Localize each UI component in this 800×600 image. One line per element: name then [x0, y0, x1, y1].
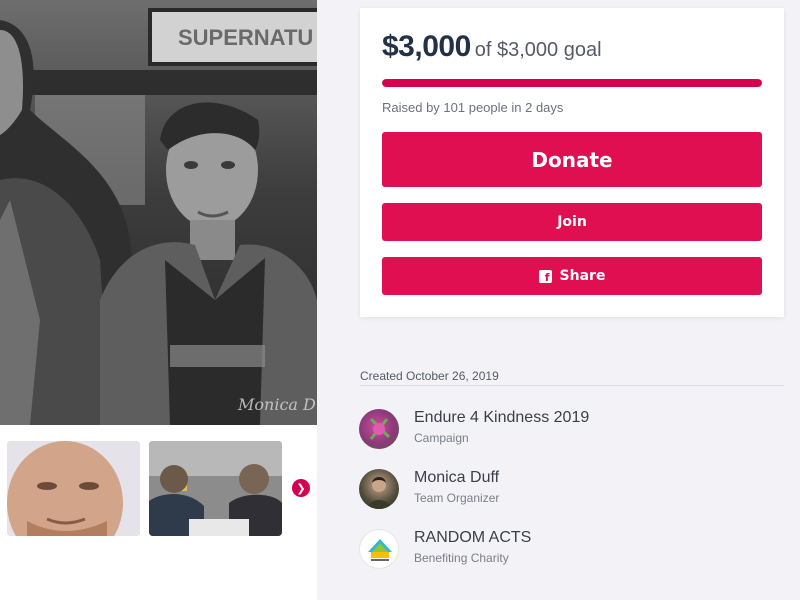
- entity-campaign[interactable]: Endure 4 Kindness 2019 Campaign: [359, 409, 779, 453]
- donate-button-label: Donate: [531, 147, 613, 172]
- entity-charity[interactable]: RANDOM ACTS Benefiting Charity: [359, 529, 779, 573]
- campaign-hero-photo: SUPERNATU Monica D: [0, 0, 317, 425]
- entity-name: Monica Duff: [414, 469, 500, 486]
- join-button[interactable]: Join: [382, 203, 762, 241]
- raised-by-text: Raised by 101 people in 2 days: [382, 100, 564, 115]
- charity-logo: [359, 529, 399, 569]
- hero-sign-text: SUPERNATU: [178, 25, 313, 50]
- donate-button[interactable]: Donate: [382, 132, 762, 187]
- donation-card: $3,000 of $3,000 goal Raised by 101 peopl…: [360, 8, 784, 317]
- amount-line: $3,000 of $3,000 goal: [382, 30, 602, 64]
- facebook-icon: f: [538, 269, 552, 283]
- media-column: SUPERNATU Monica D ❯: [0, 0, 317, 600]
- entity-name: Endure 4 Kindness 2019: [414, 409, 590, 426]
- entity-role: Campaign: [414, 431, 469, 445]
- entity-role: Team Organizer: [414, 491, 500, 505]
- entity-role: Benefiting Charity: [414, 551, 509, 565]
- progress-bar-fill: [382, 79, 762, 87]
- carousel-next-icon[interactable]: ❯: [292, 479, 310, 497]
- divider: [360, 385, 784, 386]
- entity-organizer[interactable]: Monica Duff Team Organizer: [359, 469, 779, 513]
- created-date: Created October 26, 2019: [360, 369, 499, 383]
- join-button-label: Join: [557, 214, 587, 230]
- share-button[interactable]: f Share: [382, 257, 762, 295]
- organizer-avatar: [359, 469, 399, 509]
- entity-name: RANDOM ACTS: [414, 529, 532, 546]
- gallery-thumbnail-2[interactable]: [149, 441, 282, 536]
- hero-watermark: Monica D: [237, 395, 316, 414]
- goal-text: of $3,000 goal: [474, 39, 602, 61]
- share-button-label: Share: [559, 268, 606, 284]
- amount-raised: $3,000: [382, 30, 471, 63]
- progress-bar: [382, 79, 762, 87]
- campaign-avatar: [359, 409, 399, 449]
- gallery-thumbnail-1[interactable]: [7, 441, 140, 536]
